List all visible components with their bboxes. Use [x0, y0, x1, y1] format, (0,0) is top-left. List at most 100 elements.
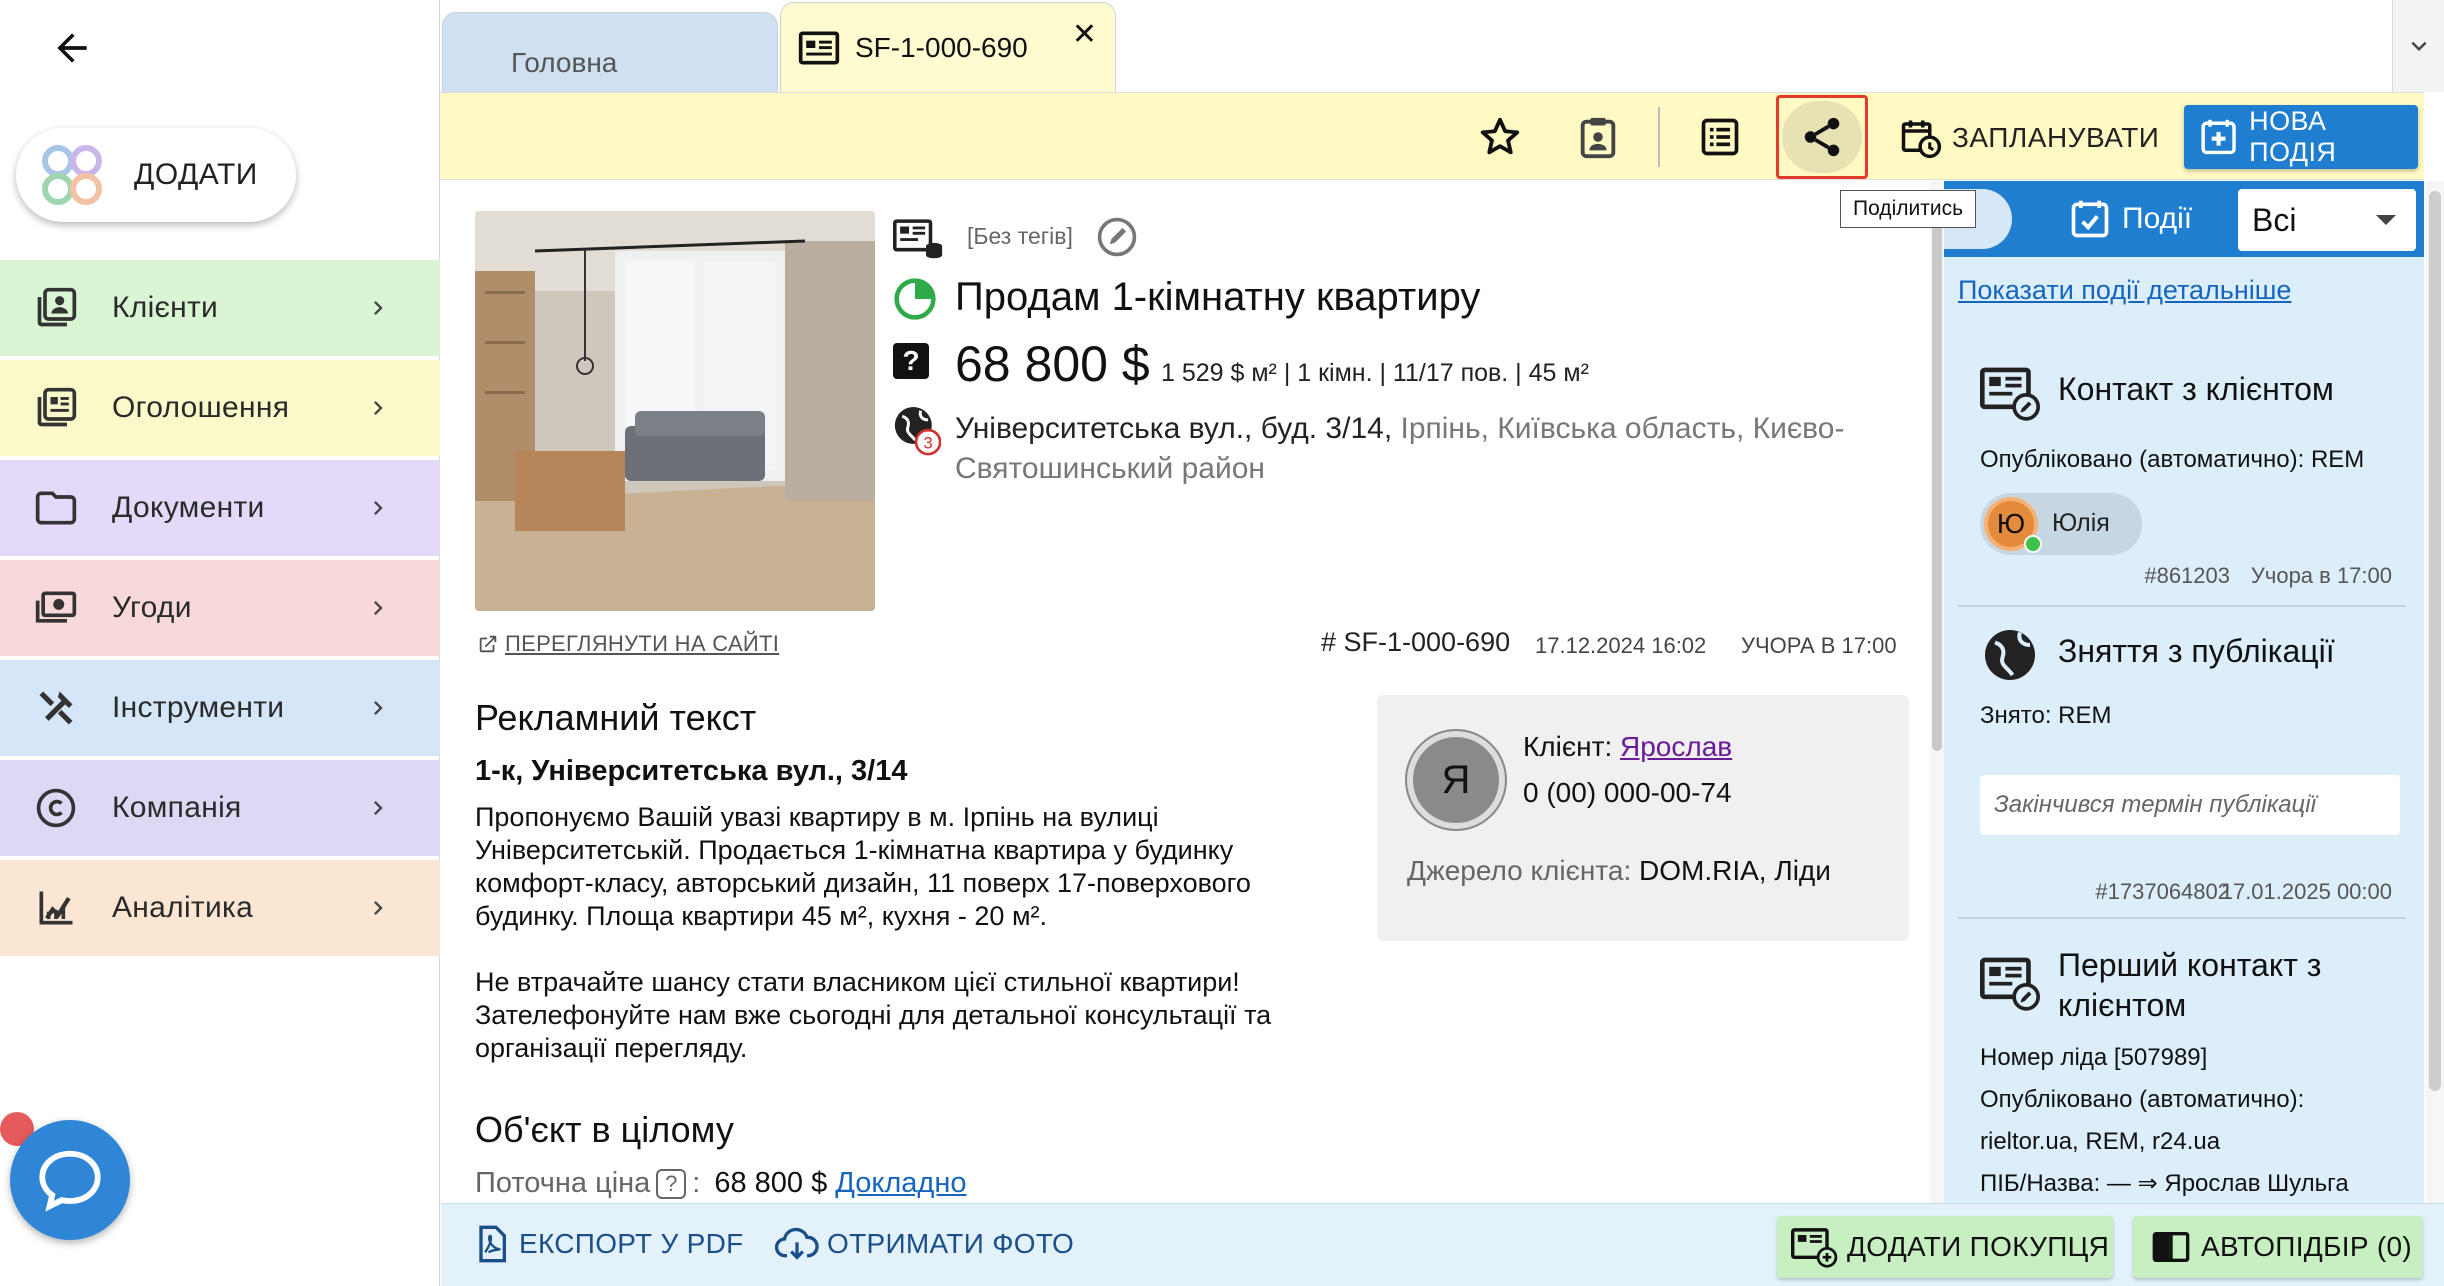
- arrow-left-icon: [57, 33, 87, 63]
- export-pdf-button[interactable]: ЕКСПОРТ У PDF: [471, 1224, 744, 1264]
- tab-close-icon[interactable]: ✕: [1072, 17, 1097, 52]
- sidebar-item-listings[interactable]: Оголошення: [0, 360, 440, 456]
- current-price-label: Поточна ціна: [475, 1167, 651, 1199]
- listing-icon: [798, 31, 840, 64]
- event-title: Перший контакт з клієнтом: [2058, 947, 2322, 1023]
- sidebar-item-tools[interactable]: Інструменти: [0, 660, 440, 756]
- events-scroll-thumb[interactable]: [2429, 191, 2441, 1091]
- globe-badge-count: 3: [923, 434, 932, 453]
- app-window: ДОДАТИ Клієнти Оголошення Документи Угод…: [0, 0, 2444, 1286]
- pie-clock-icon: [894, 278, 936, 320]
- tab-listing-label: SF-1-000-690: [855, 31, 1028, 63]
- chat-button[interactable]: [10, 1120, 130, 1240]
- event-item[interactable]: Контакт з клієнтом Опубліковано (автомат…: [1958, 363, 2406, 593]
- calendar-plus-icon: [2201, 119, 2236, 155]
- list-box-icon: [1701, 118, 1739, 156]
- price-help-icon[interactable]: ?: [656, 1168, 687, 1199]
- listing-address: Університетська вул., буд. 3/14, Ірпінь,…: [955, 409, 1905, 489]
- clipboard-button[interactable]: [1568, 107, 1628, 167]
- back-button[interactable]: [44, 20, 100, 76]
- calendar-check-icon: [2071, 200, 2109, 238]
- sidebar-item-label: Аналітика: [112, 891, 254, 924]
- chevron-right-icon: [374, 301, 383, 315]
- current-price-line: Поточна ціна ? : 68 800 $ Докладно: [475, 1167, 966, 1200]
- sidebar-item-label: Компанія: [112, 791, 242, 824]
- tab-home-label: Головна: [511, 46, 618, 78]
- get-photo-button[interactable]: ОТРИМАТИ ФОТО: [775, 1224, 1074, 1264]
- event-user-chip[interactable]: Ю Юлія: [1980, 493, 2142, 555]
- sidebar-item-company[interactable]: Компанія: [0, 760, 440, 856]
- tab-menu-button[interactable]: [2392, 0, 2444, 92]
- events-tab[interactable]: Події: [2068, 197, 2192, 241]
- event-detail: Номер ліда [507989]: [1980, 1044, 2208, 1071]
- apartment-photo-image: [475, 211, 875, 611]
- analytics-icon: [28, 880, 84, 936]
- share-tooltip: Поділитись: [1840, 190, 1977, 228]
- list-view-button[interactable]: [1690, 107, 1750, 167]
- client-card: Я Клієнт: Ярослав 0 (00) 000-00-74 Джере…: [1377, 695, 1909, 941]
- dropdown-arrow-icon: [2376, 215, 2396, 225]
- client-name-link[interactable]: Ярослав: [1620, 731, 1732, 762]
- event-time: 17.01.2025 00:00: [2220, 879, 2392, 904]
- price-details-link[interactable]: Докладно: [835, 1167, 966, 1200]
- chat-bubble-icon: [39, 1150, 101, 1212]
- add-buyer-button[interactable]: ДОДАТИ ПОКУПЦЯ: [1777, 1216, 2113, 1278]
- add-logo-icon: [42, 145, 102, 205]
- event-divider: [1958, 917, 2406, 919]
- tab-listing[interactable]: SF-1-000-690 ✕: [780, 2, 1116, 92]
- favorite-button[interactable]: [1470, 107, 1530, 167]
- listing-content: [Без тегів] Продам 1-кімнатну квартиру ?…: [441, 181, 1929, 1203]
- copyright-icon: [28, 780, 84, 836]
- new-event-button[interactable]: НОВА ПОДІЯ: [2184, 105, 2418, 169]
- event-id: #1737064802: [2095, 879, 2230, 904]
- events-scrollbar[interactable]: [2426, 181, 2444, 1203]
- new-event-button-label: НОВА ПОДІЯ: [2249, 106, 2337, 167]
- share-highlight: [1776, 95, 1868, 179]
- view-on-site-link[interactable]: ПЕРЕГЛЯНУТИ НА САЙТІ: [477, 631, 779, 657]
- event-detail: Опубліковано (автоматично):: [1980, 1086, 2305, 1113]
- tools-icon: [28, 680, 84, 736]
- sidebar-item-analytics[interactable]: Аналітика: [0, 860, 440, 956]
- ad-text-heading: Рекламний текст: [475, 697, 757, 738]
- view-on-site-label: ПЕРЕГЛЯНУТИ НА САЙТІ: [505, 631, 780, 656]
- sidebar-item-label: Угоди: [112, 591, 192, 624]
- client-phone[interactable]: 0 (00) 000-00-74: [1523, 777, 1732, 809]
- autoselect-button[interactable]: АВТОПІДБІР (0): [2133, 1216, 2423, 1278]
- add-button[interactable]: ДОДАТИ: [16, 128, 296, 222]
- listing-id: # SF-1-000-690: [1321, 627, 1511, 657]
- get-photo-label: ОТРИМАТИ ФОТО: [827, 1228, 1075, 1259]
- sidebar-item-documents[interactable]: Документи: [0, 460, 440, 556]
- event-item[interactable]: Зняття з публікації Знято: REM Закінчивс…: [1958, 625, 2406, 905]
- chevron-right-icon: [374, 501, 383, 515]
- address-street: Університетська вул., буд. 3/14,: [955, 412, 1393, 445]
- edit-tags-icon[interactable]: [1095, 215, 1139, 259]
- event-detail: Знято: REM: [1980, 702, 2112, 729]
- listing-edit-icon: [1980, 367, 2040, 421]
- sidebar-item-deals[interactable]: Угоди: [0, 560, 440, 656]
- money-icon: [28, 580, 84, 636]
- listing-edit-icon: [1980, 957, 2040, 1011]
- tab-bar: Головна SF-1-000-690 ✕: [440, 0, 2444, 92]
- schedule-button-label: ЗАПЛАНУВАТИ: [1952, 122, 2160, 153]
- ad-text-subtitle: 1-к, Університетська вул., 3/14: [475, 755, 908, 787]
- listing-price-details: 1 529 $ м² | 1 кімн. | 11/17 пов. | 45 м…: [1161, 359, 1589, 387]
- tab-home[interactable]: Головна: [442, 12, 778, 92]
- chevron-right-icon: [374, 401, 383, 415]
- content-scroll-thumb[interactable]: [1932, 191, 1942, 751]
- listing-icon: [28, 380, 84, 436]
- events-filter-select[interactable]: Всі: [2238, 189, 2416, 251]
- show-events-detailed-link[interactable]: Показати події детальніше: [1958, 275, 2291, 306]
- listing-photo[interactable]: [475, 211, 875, 611]
- events-header: Події Всі: [1944, 181, 2424, 257]
- sidebar-item-clients[interactable]: Клієнти: [0, 260, 440, 356]
- book-open-icon: [2152, 1232, 2190, 1262]
- sidebar-item-label: Інструменти: [112, 691, 285, 724]
- contacts-icon: [28, 280, 84, 336]
- client-source-line: Джерело клієнта: DOM.RIA, Ліди: [1407, 855, 1831, 887]
- content-scrollbar[interactable]: [1930, 181, 1944, 1203]
- chevron-down-icon: [2411, 41, 2426, 51]
- toolbar-divider: [1658, 107, 1660, 167]
- listing-updated: УЧОРА В 17:00: [1741, 633, 1897, 658]
- schedule-button[interactable]: ЗАПЛАНУВАТИ: [1900, 107, 2159, 169]
- event-item[interactable]: Перший контакт з клієнтом Номер ліда [50…: [1958, 939, 2406, 1203]
